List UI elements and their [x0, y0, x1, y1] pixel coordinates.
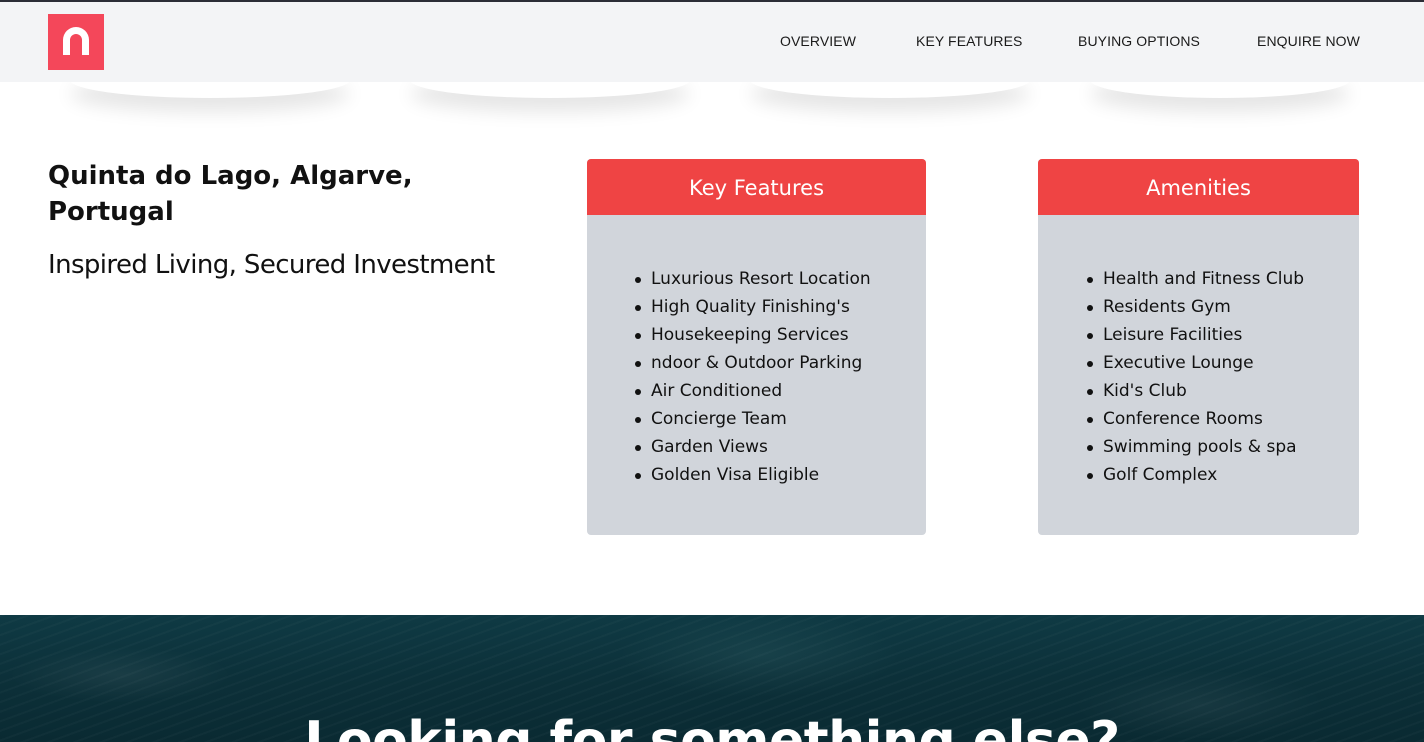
list-item: Garden Views [635, 433, 871, 461]
list-item: Golden Visa Eligible [635, 461, 871, 489]
list-item: ndoor & Outdoor Parking [635, 349, 871, 377]
home-logo-link[interactable] [48, 14, 104, 70]
amenities-card: Amenities Health and Fitness Club Reside… [1038, 159, 1359, 535]
key-features-list: Luxurious Resort Location High Quality F… [635, 265, 871, 489]
nav-overview-link[interactable]: OVERVIEW [780, 33, 856, 49]
property-location: Quinta do Lago, Algarve, Portugal [48, 161, 413, 227]
list-item: Kid's Club [1086, 377, 1304, 405]
nav-enquire-now-link[interactable]: ENQUIRE NOW [1257, 33, 1360, 49]
cta-heading: Looking for something else? [304, 711, 1120, 742]
list-item: Health and Fitness Club [1086, 265, 1304, 293]
cta-banner: Looking for something else? [0, 615, 1424, 742]
list-item: Conference Rooms [1086, 405, 1304, 433]
site-header: OVERVIEW KEY FEATURES BUYING OPTIONS ENQ… [0, 2, 1424, 82]
list-item: Luxurious Resort Location [635, 265, 871, 293]
n-logo-icon [63, 27, 89, 55]
nav-key-features-link[interactable]: KEY FEATURES [916, 33, 1023, 49]
list-item: Golf Complex [1086, 461, 1304, 489]
list-item: Residents Gym [1086, 293, 1304, 321]
property-tagline: Inspired Living, Secured Investment [48, 250, 495, 280]
list-item: Housekeeping Services [635, 321, 871, 349]
list-item: Concierge Team [635, 405, 871, 433]
list-item: Leisure Facilities [1086, 321, 1304, 349]
amenities-list: Health and Fitness Club Residents Gym Le… [1086, 265, 1304, 489]
list-item: Swimming pools & spa [1086, 433, 1304, 461]
list-item: High Quality Finishing's [635, 293, 871, 321]
nav-buying-options-link[interactable]: BUYING OPTIONS [1078, 33, 1200, 49]
key-features-title: Key Features [587, 159, 926, 215]
key-features-card: Key Features Luxurious Resort Location H… [587, 159, 926, 535]
list-item: Air Conditioned [635, 377, 871, 405]
list-item: Executive Lounge [1086, 349, 1304, 377]
amenities-title: Amenities [1038, 159, 1359, 215]
